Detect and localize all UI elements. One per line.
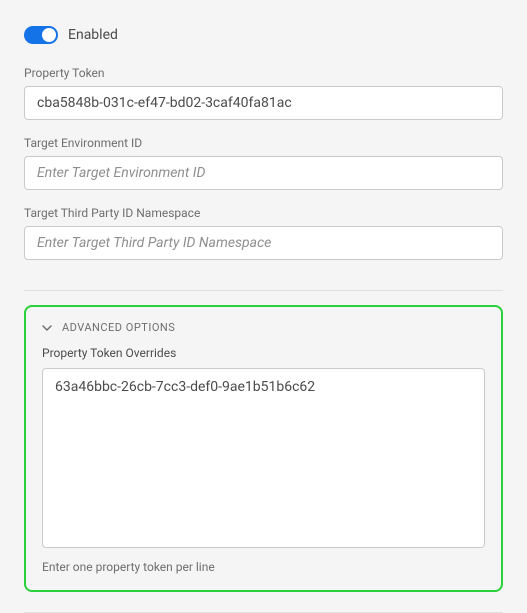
toggle-knob bbox=[42, 28, 56, 42]
section-separator bbox=[24, 290, 503, 291]
target-third-party-id-namespace-input[interactable] bbox=[24, 226, 503, 260]
target-environment-id-field-group: Target Environment ID bbox=[24, 136, 503, 190]
enabled-toggle[interactable] bbox=[24, 26, 58, 44]
property-token-overrides-textarea[interactable]: 63a46bbc-26cb-7cc3-def0-9ae1b51b6c62 bbox=[42, 368, 485, 548]
property-token-label: Property Token bbox=[24, 66, 503, 80]
enabled-toggle-row: Enabled bbox=[24, 26, 503, 44]
property-token-overrides-help: Enter one property token per line bbox=[42, 560, 485, 574]
target-environment-id-input[interactable] bbox=[24, 156, 503, 190]
property-token-overrides-label: Property Token Overrides bbox=[42, 346, 485, 360]
advanced-options-title: ADVANCED OPTIONS bbox=[62, 321, 175, 334]
advanced-options-section: ADVANCED OPTIONS Property Token Override… bbox=[24, 305, 503, 592]
advanced-options-header[interactable]: ADVANCED OPTIONS bbox=[42, 321, 485, 334]
target-third-party-id-namespace-field-group: Target Third Party ID Namespace bbox=[24, 206, 503, 260]
chevron-down-icon bbox=[42, 323, 52, 333]
property-token-input[interactable] bbox=[24, 86, 503, 120]
property-token-field-group: Property Token bbox=[24, 66, 503, 120]
target-third-party-id-namespace-label: Target Third Party ID Namespace bbox=[24, 206, 503, 220]
enabled-toggle-label: Enabled bbox=[68, 27, 118, 43]
target-environment-id-label: Target Environment ID bbox=[24, 136, 503, 150]
